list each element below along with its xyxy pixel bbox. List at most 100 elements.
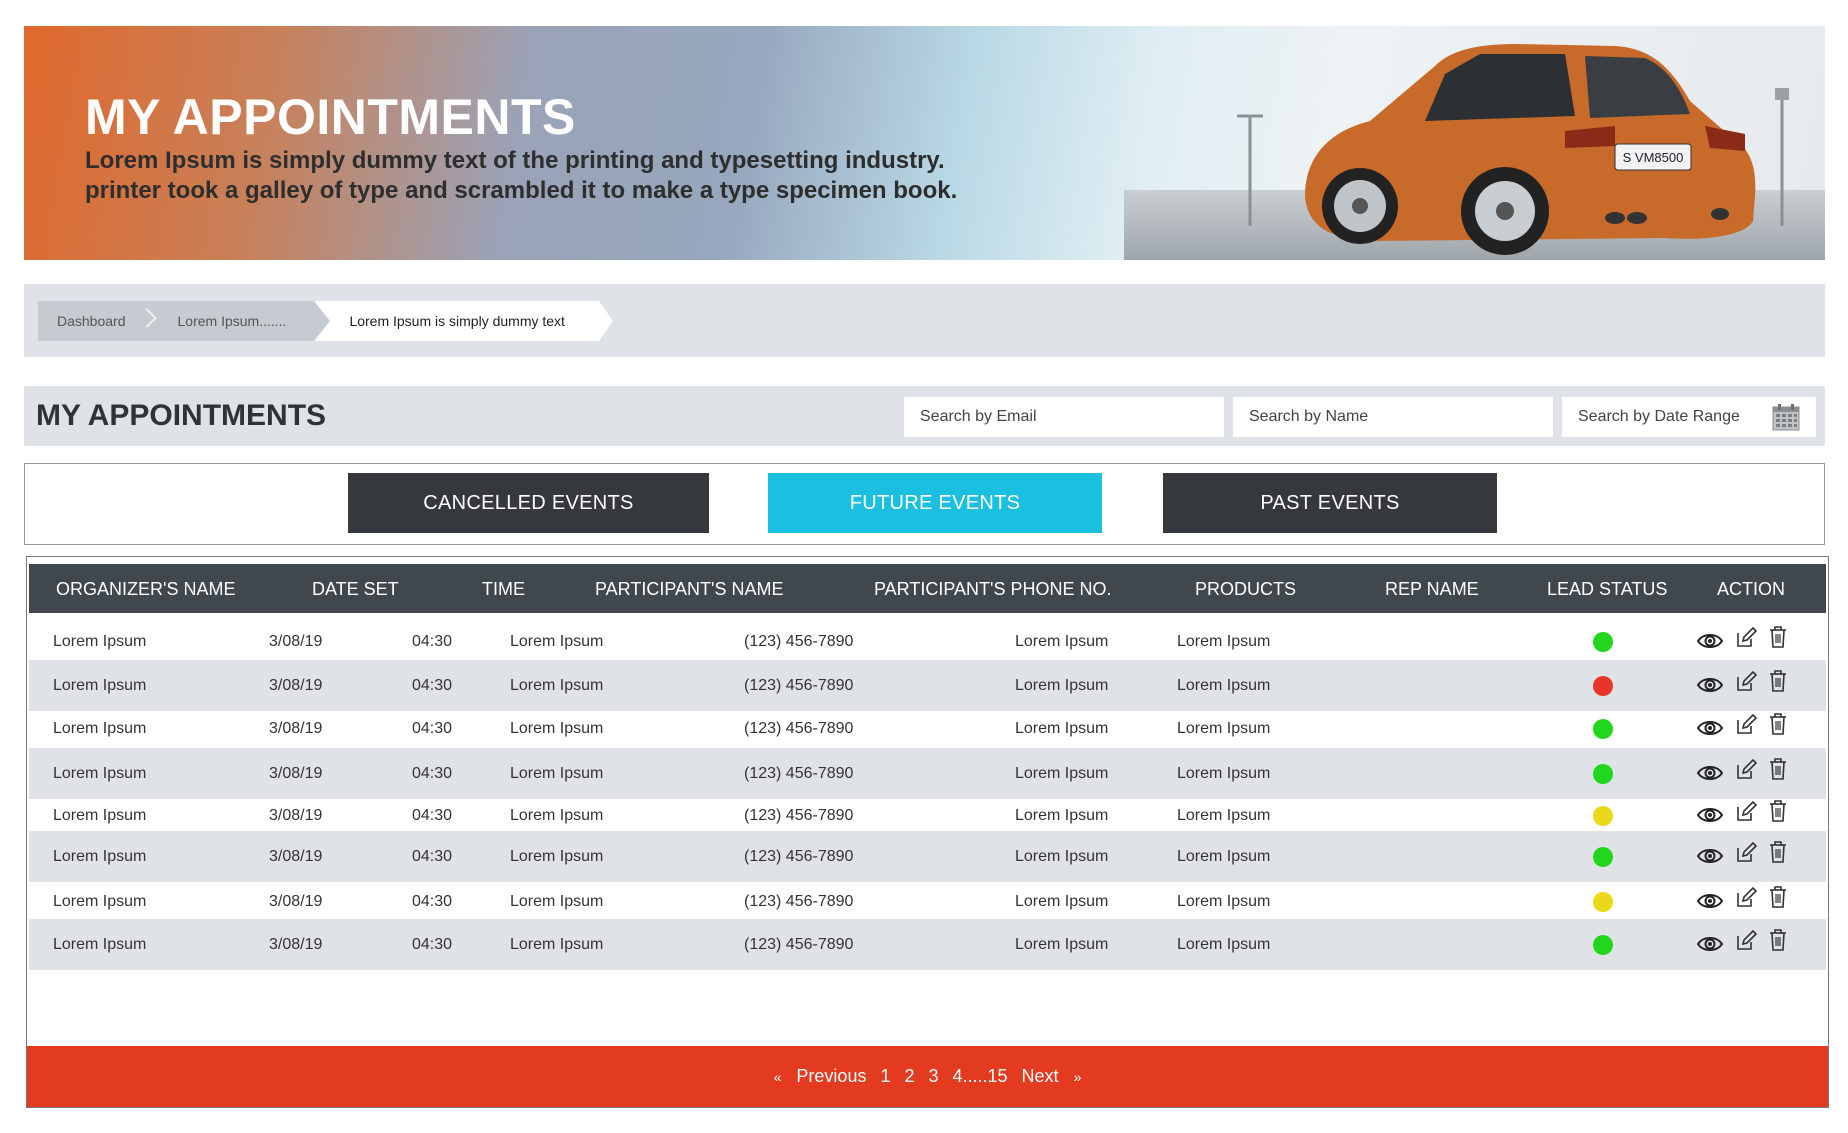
trash-icon[interactable] (1768, 800, 1794, 824)
lead-status-green-indicator (1593, 764, 1613, 784)
cell-date: 3/08/19 (269, 848, 323, 865)
breadcrumb-bar: Dashboard Lorem Ipsum....... Lorem Ipsum… (24, 284, 1825, 357)
eye-icon[interactable] (1697, 844, 1723, 868)
edit-icon[interactable] (1735, 671, 1761, 695)
lead-status-green-indicator (1593, 719, 1613, 739)
cell-phone: (123) 456-7890 (744, 807, 854, 824)
cell-date: 3/08/19 (269, 893, 323, 910)
cell-rep: Lorem Ipsum (1177, 848, 1271, 865)
cell-date: 3/08/19 (269, 677, 323, 694)
cell-phone: (123) 456-7890 (744, 848, 854, 865)
event-tabs: CANCELLED EVENTS FUTURE EVENTS PAST EVEN… (24, 463, 1825, 545)
eye-icon[interactable] (1697, 932, 1723, 956)
column-header: DATE SET (312, 579, 399, 599)
cell-rep: Lorem Ipsum (1177, 765, 1271, 782)
trash-icon[interactable] (1768, 713, 1794, 737)
search-email-placeholder: Search by Email (920, 408, 1037, 425)
cell-participant: Lorem Ipsum (510, 677, 604, 694)
cell-date: 3/08/19 (269, 807, 323, 824)
page-header: MY APPOINTMENTS Search by Email Search b… (24, 386, 1825, 446)
cell-rep: Lorem Ipsum (1177, 720, 1271, 737)
eye-icon[interactable] (1697, 673, 1723, 697)
search-name-placeholder: Search by Name (1249, 408, 1369, 425)
breadcrumb: Dashboard Lorem Ipsum....... Lorem Ipsum… (38, 301, 613, 341)
breadcrumb-item-current: Lorem Ipsum is simply dummy text (314, 301, 613, 341)
column-header: PRODUCTS (1195, 579, 1297, 599)
trash-icon[interactable] (1768, 929, 1794, 953)
edit-icon[interactable] (1735, 759, 1761, 783)
search-name-input[interactable]: Search by Name (1233, 397, 1553, 437)
column-header: ORGANIZER'S NAME (56, 579, 236, 599)
page-1[interactable]: 1 (880, 1066, 890, 1087)
cell-date: 3/08/19 (269, 765, 323, 782)
column-header: TIME (482, 579, 525, 599)
column-header: REP NAME (1385, 579, 1479, 599)
cell-participant: Lorem Ipsum (510, 633, 604, 650)
eye-icon[interactable] (1697, 889, 1723, 913)
search-date-range-input[interactable]: Search by Date Range (1562, 397, 1816, 437)
eye-icon[interactable] (1697, 803, 1723, 827)
edit-icon[interactable] (1735, 887, 1761, 911)
edit-icon[interactable] (1735, 930, 1761, 954)
cell-products: Lorem Ipsum (1015, 936, 1109, 953)
cell-date: 3/08/19 (269, 720, 323, 737)
trash-icon[interactable] (1768, 626, 1794, 650)
cell-organizer: Lorem Ipsum (53, 720, 147, 737)
chevron-right-icon[interactable]: » (1074, 1069, 1082, 1085)
next-button[interactable]: Next (1022, 1066, 1059, 1087)
cell-phone: (123) 456-7890 (744, 936, 854, 953)
previous-button[interactable]: Previous (796, 1066, 866, 1087)
car-image: S VM8500 (1237, 44, 1789, 255)
cell-products: Lorem Ipsum (1015, 848, 1109, 865)
cell-rep: Lorem Ipsum (1177, 807, 1271, 824)
hero-banner: MY APPOINTMENTS Lorem Ipsum is simply du… (24, 26, 1825, 260)
cell-organizer: Lorem Ipsum (53, 893, 147, 910)
cell-organizer: Lorem Ipsum (53, 677, 147, 694)
trash-icon[interactable] (1768, 886, 1794, 910)
edit-icon[interactable] (1735, 627, 1761, 651)
trash-icon[interactable] (1768, 670, 1794, 694)
edit-icon[interactable] (1735, 842, 1761, 866)
trash-icon[interactable] (1768, 841, 1794, 865)
page-range[interactable]: 4.....15 (953, 1066, 1008, 1087)
cell-products: Lorem Ipsum (1015, 807, 1109, 824)
cell-date: 3/08/19 (269, 936, 323, 953)
eye-icon[interactable] (1697, 629, 1723, 653)
tab-cancelled-events[interactable]: CANCELLED EVENTS (348, 473, 709, 533)
cell-phone: (123) 456-7890 (744, 633, 854, 650)
eye-icon[interactable] (1697, 716, 1723, 740)
lead-status-yellow-indicator (1593, 892, 1613, 912)
cell-participant: Lorem Ipsum (510, 848, 604, 865)
cell-time: 04:30 (412, 893, 453, 910)
column-header: LEAD STATUS (1547, 579, 1668, 599)
search-date-placeholder: Search by Date Range (1578, 408, 1740, 425)
cell-time: 04:30 (412, 633, 453, 650)
table-row: Lorem Ipsum 3/08/19 04:30 Lorem Ipsum (123) … (29, 919, 1826, 970)
column-header: ACTION (1717, 579, 1786, 599)
cell-rep: Lorem Ipsum (1177, 936, 1271, 953)
breadcrumb-item-dashboard[interactable]: Dashboard (38, 301, 157, 341)
calendar-icon[interactable] (1772, 403, 1800, 431)
trash-icon[interactable] (1768, 758, 1794, 782)
page-3[interactable]: 3 (928, 1066, 938, 1087)
tab-past-events[interactable]: PAST EVENTS (1163, 473, 1497, 533)
cell-organizer: Lorem Ipsum (53, 936, 147, 953)
cell-phone: (123) 456-7890 (744, 720, 854, 737)
cell-participant: Lorem Ipsum (510, 893, 604, 910)
edit-icon[interactable] (1735, 801, 1761, 825)
cell-products: Lorem Ipsum (1015, 765, 1109, 782)
lead-status-green-indicator (1593, 935, 1613, 955)
breadcrumb-item-lorem[interactable]: Lorem Ipsum....... (145, 301, 331, 341)
edit-icon[interactable] (1735, 714, 1761, 738)
tab-future-events[interactable]: FUTURE EVENTS (768, 473, 1102, 533)
eye-icon[interactable] (1697, 761, 1723, 785)
page-2[interactable]: 2 (904, 1066, 914, 1087)
cell-date: 3/08/19 (269, 633, 323, 650)
lead-status-yellow-indicator (1593, 806, 1613, 826)
search-email-input[interactable]: Search by Email (904, 397, 1224, 437)
hero-subtitle-line1: Lorem Ipsum is simply dummy text of the … (85, 147, 945, 174)
page-title: MY APPOINTMENTS (36, 399, 327, 432)
cell-participant: Lorem Ipsum (510, 720, 604, 737)
table-row: Lorem Ipsum 3/08/19 04:30 Lorem Ipsum (123) … (29, 703, 1826, 754)
chevron-left-icon[interactable]: « (774, 1069, 782, 1085)
